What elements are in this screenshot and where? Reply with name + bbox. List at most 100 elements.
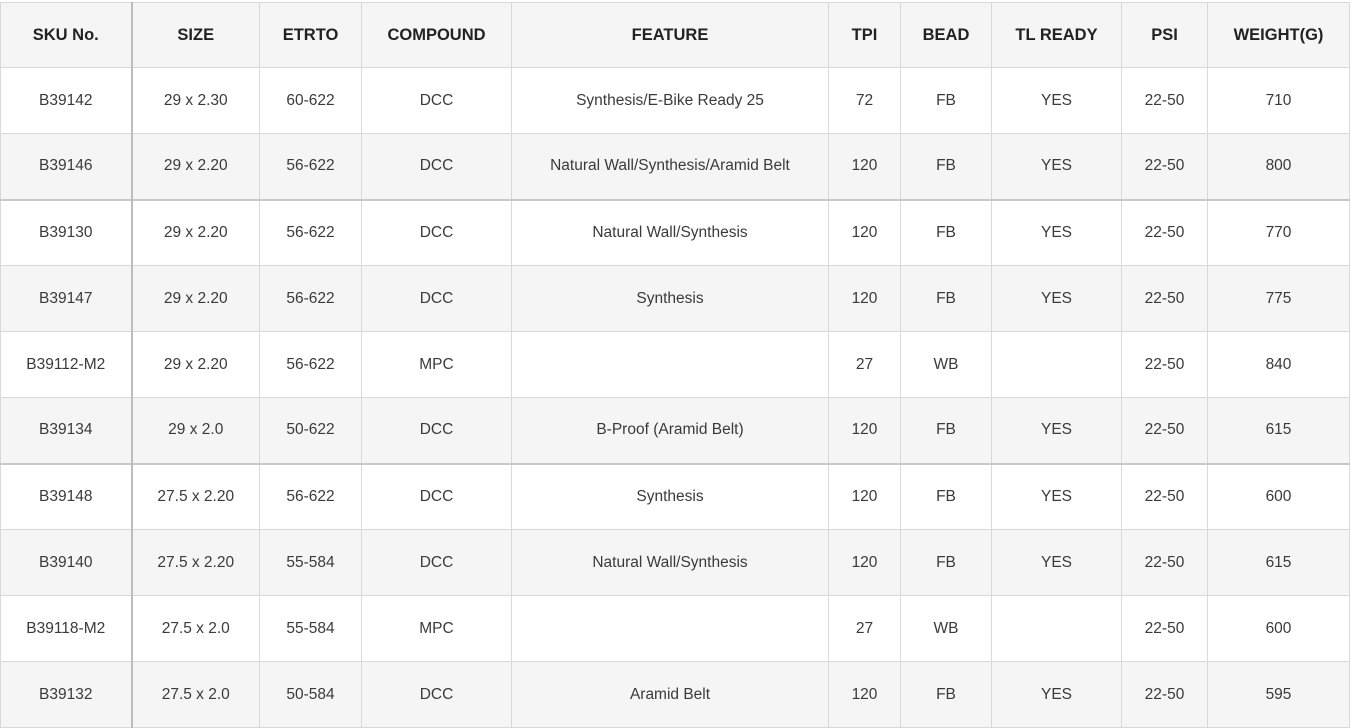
- cell-compound: DCC: [361, 133, 512, 200]
- cell-tl-ready: [991, 595, 1122, 662]
- header-sku: SKU No.: [0, 2, 133, 68]
- cell-tpi: 120: [828, 133, 901, 200]
- cell-tl-ready: YES: [991, 462, 1122, 530]
- cell-etrto: 55-584: [259, 595, 362, 662]
- cell-weight: 615: [1207, 529, 1350, 596]
- cell-tpi: 120: [828, 265, 901, 332]
- cell-psi: 22-50: [1121, 67, 1208, 134]
- cell-bead: FB: [900, 198, 992, 266]
- header-psi: PSI: [1121, 2, 1208, 68]
- cell-bead: WB: [900, 595, 992, 662]
- cell-size: 29 x 2.20: [131, 133, 260, 200]
- cell-sku: B39148: [0, 462, 133, 530]
- cell-etrto: 56-622: [259, 462, 362, 530]
- cell-size: 27.5 x 2.20: [131, 462, 260, 530]
- cell-tl-ready: YES: [991, 397, 1122, 464]
- cell-etrto: 56-622: [259, 265, 362, 332]
- header-feature: FEATURE: [511, 2, 829, 68]
- cell-weight: 710: [1207, 67, 1350, 134]
- cell-tpi: 120: [828, 529, 901, 596]
- header-row: SKU No. SIZE ETRTO COMPOUND FEATURE TPI …: [0, 2, 1350, 68]
- cell-psi: 22-50: [1121, 198, 1208, 266]
- cell-bead: WB: [900, 331, 992, 398]
- cell-tpi: 72: [828, 67, 901, 134]
- cell-compound: MPC: [361, 331, 512, 398]
- cell-psi: 22-50: [1121, 462, 1208, 530]
- cell-tpi: 27: [828, 331, 901, 398]
- table-row: B39112-M2 29 x 2.20 56-622 MPC 27 WB 22-50 840: [0, 331, 1350, 398]
- cell-tl-ready: YES: [991, 529, 1122, 596]
- table-row: B39142 29 x 2.30 60-622 DCC Synthesis/E-Bike…: [0, 67, 1350, 134]
- cell-etrto: 50-622: [259, 397, 362, 464]
- cell-feature: Natural Wall/Synthesis: [511, 529, 829, 596]
- cell-compound: DCC: [361, 198, 512, 266]
- cell-etrto: 56-622: [259, 133, 362, 200]
- cell-feature: Synthesis: [511, 265, 829, 332]
- cell-size: 27.5 x 2.0: [131, 661, 260, 728]
- table-row: B39134 29 x 2.0 50-622 DCC B-Proof (Aramid B…: [0, 397, 1350, 464]
- cell-size: 29 x 2.30: [131, 67, 260, 134]
- cell-tpi: 120: [828, 198, 901, 266]
- cell-tpi: 120: [828, 661, 901, 728]
- cell-bead: FB: [900, 661, 992, 728]
- cell-feature: Aramid Belt: [511, 661, 829, 728]
- cell-tl-ready: YES: [991, 661, 1122, 728]
- cell-bead: FB: [900, 529, 992, 596]
- cell-bead: FB: [900, 397, 992, 464]
- cell-tpi: 27: [828, 595, 901, 662]
- cell-weight: 800: [1207, 133, 1350, 200]
- cell-sku: B39134: [0, 397, 133, 464]
- header-tpi: TPI: [828, 2, 901, 68]
- cell-weight: 615: [1207, 397, 1350, 464]
- cell-size: 27.5 x 2.0: [131, 595, 260, 662]
- cell-weight: 595: [1207, 661, 1350, 728]
- header-weight: WEIGHT(G): [1207, 2, 1350, 68]
- cell-sku: B39132: [0, 661, 133, 728]
- table-body: B39142 29 x 2.30 60-622 DCC Synthesis/E-Bike…: [0, 67, 1350, 728]
- cell-bead: FB: [900, 462, 992, 530]
- cell-bead: FB: [900, 67, 992, 134]
- cell-psi: 22-50: [1121, 595, 1208, 662]
- cell-tl-ready: YES: [991, 198, 1122, 266]
- cell-size: 29 x 2.0: [131, 397, 260, 464]
- cell-compound: DCC: [361, 661, 512, 728]
- cell-psi: 22-50: [1121, 133, 1208, 200]
- table-row: B39146 29 x 2.20 56-622 DCC Natural Wall/Syn…: [0, 133, 1350, 200]
- header-etrto: ETRTO: [259, 2, 362, 68]
- cell-compound: DCC: [361, 67, 512, 134]
- cell-sku: B39146: [0, 133, 133, 200]
- cell-size: 29 x 2.20: [131, 331, 260, 398]
- cell-weight: 840: [1207, 331, 1350, 398]
- header-bead: BEAD: [900, 2, 992, 68]
- cell-sku: B39142: [0, 67, 133, 134]
- cell-tl-ready: YES: [991, 265, 1122, 332]
- cell-feature: [511, 331, 829, 398]
- cell-compound: MPC: [361, 595, 512, 662]
- cell-size: 29 x 2.20: [131, 198, 260, 266]
- cell-size: 27.5 x 2.20: [131, 529, 260, 596]
- cell-compound: DCC: [361, 462, 512, 530]
- table-row: B39118-M2 27.5 x 2.0 55-584 MPC 27 WB 22-50 600: [0, 595, 1350, 662]
- cell-tpi: 120: [828, 397, 901, 464]
- cell-psi: 22-50: [1121, 331, 1208, 398]
- cell-feature: Natural Wall/Synthesis/Aramid Belt: [511, 133, 829, 200]
- table-row: B39140 27.5 x 2.20 55-584 DCC Natural Wall/S…: [0, 529, 1350, 596]
- cell-compound: DCC: [361, 397, 512, 464]
- cell-psi: 22-50: [1121, 529, 1208, 596]
- cell-feature: [511, 595, 829, 662]
- cell-feature: Synthesis/E-Bike Ready 25: [511, 67, 829, 134]
- cell-feature: Synthesis: [511, 462, 829, 530]
- cell-tl-ready: [991, 331, 1122, 398]
- cell-weight: 775: [1207, 265, 1350, 332]
- tire-spec-table: SKU No. SIZE ETRTO COMPOUND FEATURE TPI …: [0, 2, 1350, 728]
- header-size: SIZE: [131, 2, 260, 68]
- cell-weight: 770: [1207, 198, 1350, 266]
- table-row: B39148 27.5 x 2.20 56-622 DCC Synthesis 120 FB…: [0, 462, 1350, 530]
- cell-bead: FB: [900, 265, 992, 332]
- cell-tpi: 120: [828, 462, 901, 530]
- cell-feature: B-Proof (Aramid Belt): [511, 397, 829, 464]
- cell-sku: B39112-M2: [0, 331, 133, 398]
- header-compound: COMPOUND: [361, 2, 512, 68]
- cell-psi: 22-50: [1121, 265, 1208, 332]
- cell-tl-ready: YES: [991, 67, 1122, 134]
